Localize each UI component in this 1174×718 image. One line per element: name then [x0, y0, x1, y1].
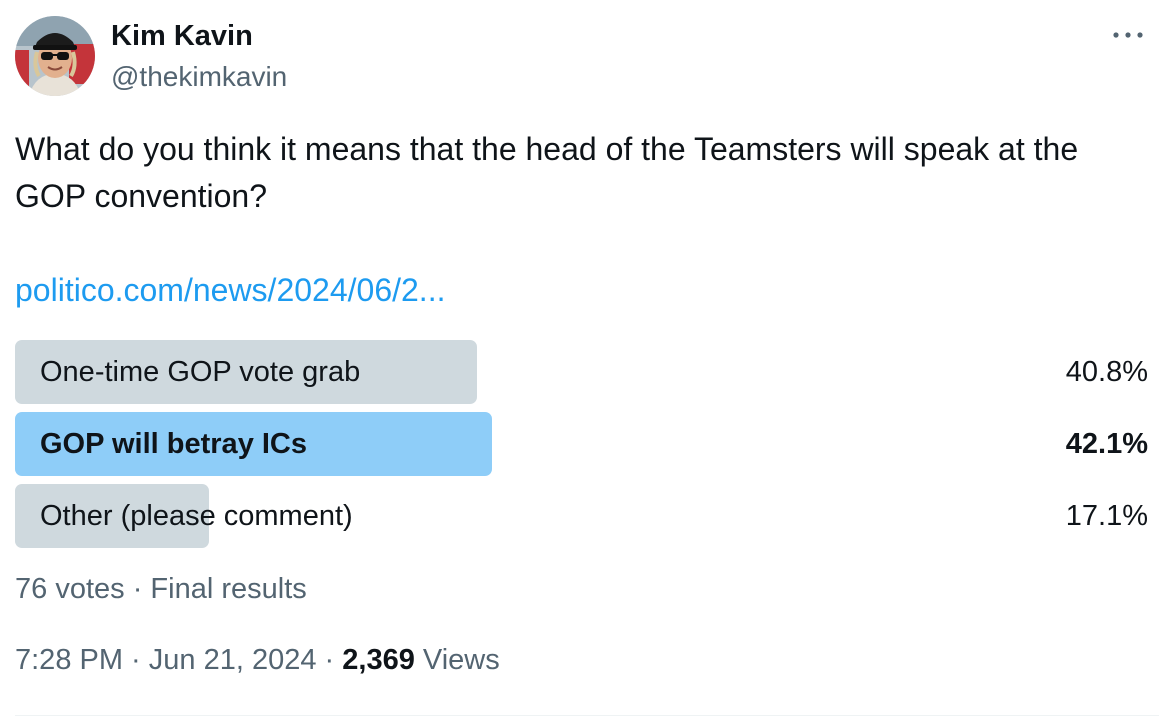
poll-option-2[interactable]: GOP will betray ICs 42.1% — [15, 412, 1148, 476]
poll-option-percent: 17.1% — [1065, 500, 1148, 532]
separator: · — [123, 644, 149, 676]
tweet-meta: 7:28 PM · Jun 21, 2024 · 2,369 Views — [15, 644, 500, 677]
divider — [15, 715, 1159, 716]
poll-option-percent: 42.1% — [1065, 428, 1148, 460]
tweet-time[interactable]: 7:28 PM — [15, 644, 123, 676]
more-options-button[interactable] — [1108, 18, 1148, 52]
poll-option-1[interactable]: One-time GOP vote grab 40.8% — [15, 340, 1148, 404]
avatar[interactable] — [15, 16, 95, 96]
views-label: Views — [422, 644, 500, 676]
poll-option-percent: 40.8% — [1065, 356, 1148, 388]
views-count: 2,369 — [342, 644, 415, 676]
poll-footer: 76 votes · Final results — [15, 573, 307, 606]
poll-option-label: Other (please comment) — [40, 500, 353, 532]
separator: · — [316, 644, 343, 676]
more-horizontal-icon — [1113, 32, 1143, 38]
poll-status: Final results — [150, 573, 307, 605]
author-display-name[interactable]: Kim Kavin — [111, 20, 253, 53]
poll-option-label: GOP will betray ICs — [40, 428, 308, 460]
poll-option-3[interactable]: Other (please comment) 17.1% — [15, 484, 1148, 548]
tweet-date[interactable]: Jun 21, 2024 — [149, 644, 317, 676]
poll-option-label: One-time GOP vote grab — [40, 356, 361, 388]
separator: · — [124, 573, 151, 605]
profile-photo-icon — [15, 16, 95, 96]
author-handle[interactable]: @thekimkavin — [111, 61, 287, 93]
poll-vote-count: 76 votes — [15, 573, 125, 605]
tweet-text: What do you think it means that the head… — [15, 131, 1079, 214]
article-link[interactable]: politico.com/news/2024/06/2... — [15, 272, 445, 309]
